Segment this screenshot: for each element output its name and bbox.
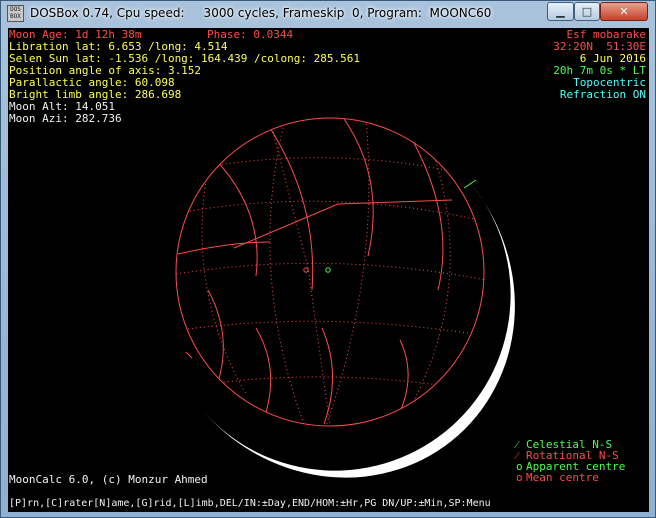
latitude-line [177, 200, 484, 222]
minimize-button[interactable]: ▁ [547, 2, 574, 21]
latitude-line [179, 320, 484, 337]
dosbox-icon[interactable]: DOS BOX [7, 5, 24, 22]
dosbox-window: DOS BOX DOSBox 0.74, Cpu speed: 3000 cyc… [0, 0, 656, 518]
dos-screen[interactable]: Moon Age: 1d 12h 38m Phase: 0.0344 Libra… [8, 28, 649, 512]
latitude-line [207, 376, 461, 389]
apparent-centre-marker [325, 267, 331, 273]
key-help-line: [P]rn,[C]rater[N]ame,[G]rid,[L]imb,DEL/I… [9, 498, 491, 509]
grid-segment [255, 327, 272, 425]
icon-text-top: DOS [10, 6, 21, 13]
legend-mean-centre: o Mean centre [516, 472, 599, 484]
legend-mean-mark: o [516, 471, 523, 484]
grid-segment [233, 199, 453, 249]
icon-text-bottom: BOX [10, 13, 21, 20]
grid-segment [269, 127, 314, 291]
grid-segment [321, 327, 334, 425]
grid-segment [341, 118, 374, 257]
grid-segment [407, 131, 444, 291]
maximize-button[interactable]: □ [574, 2, 600, 21]
close-button[interactable]: ✕ [600, 2, 648, 21]
meridian-line [269, 123, 305, 425]
grid-segment [207, 289, 224, 389]
meridian-line [201, 167, 247, 395]
celestial-ns-tick [463, 179, 477, 189]
mean-centre-marker [303, 267, 309, 273]
moon-crescent [204, 178, 515, 478]
window-title: DOSBox 0.74, Cpu speed: 3000 cycles, Fra… [30, 6, 492, 20]
moon-azi: Moon Azi: 282.736 [9, 112, 122, 125]
latitude-line [197, 157, 451, 172]
title-bar[interactable]: DOS BOX DOSBox 0.74, Cpu speed: 3000 cyc… [1, 1, 655, 27]
refraction-status: Refraction ON [559, 88, 646, 101]
moon-grid [176, 118, 484, 426]
dotted-axis [269, 119, 331, 426]
legend-mean-label: Mean centre [526, 471, 599, 484]
credit-line: MoonCalc 6.0, (c) Monzur Ahmed [9, 473, 208, 486]
grid-segment [213, 157, 258, 277]
latitude-line [176, 262, 484, 281]
rotational-ns-tick [185, 351, 193, 359]
